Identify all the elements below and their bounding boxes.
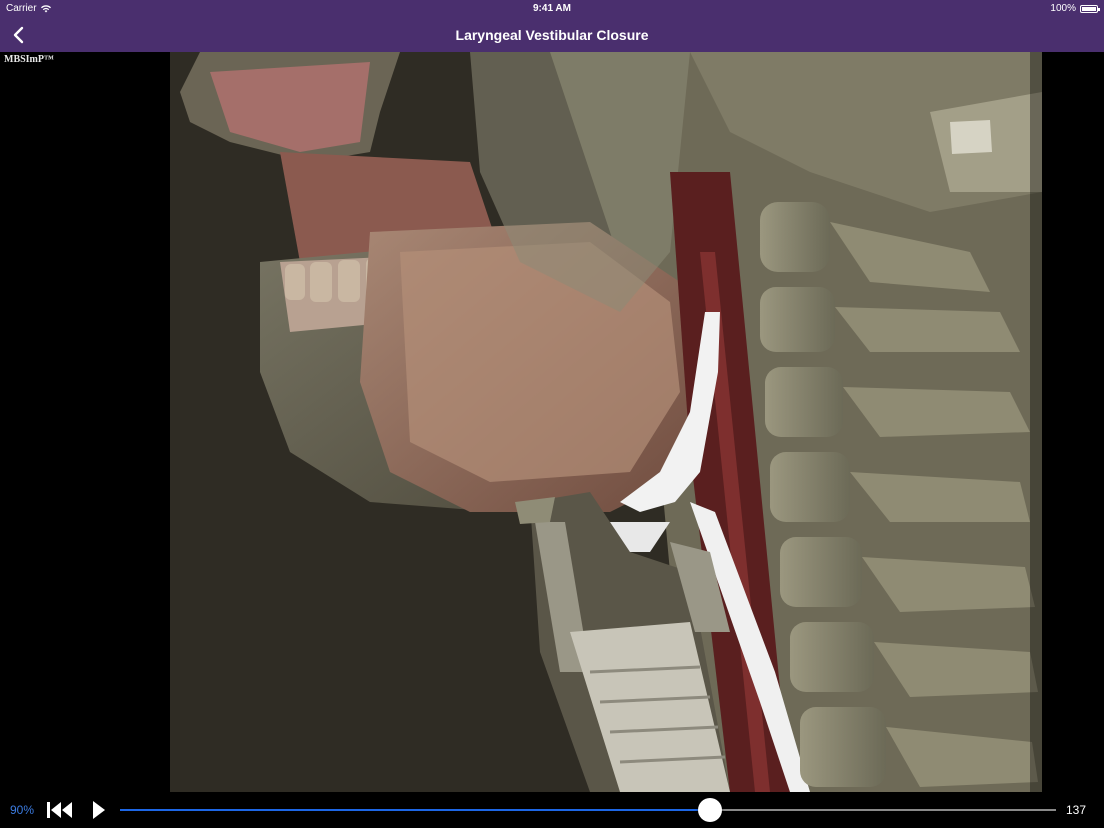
frame-count: 137 bbox=[1065, 803, 1086, 817]
battery-percent: 100% bbox=[1050, 3, 1076, 14]
progress-slider[interactable] bbox=[120, 809, 1056, 811]
anatomy-animation-frame bbox=[170, 52, 1042, 792]
playback-speed-button[interactable]: 90% bbox=[10, 803, 34, 817]
status-time: 9:41 AM bbox=[533, 3, 571, 14]
page-title: Laryngeal Vestibular Closure bbox=[455, 27, 649, 43]
navigation-bar: Laryngeal Vestibular Closure bbox=[0, 18, 1104, 52]
progress-fill bbox=[120, 809, 710, 811]
rewind-to-start-icon[interactable] bbox=[46, 800, 74, 820]
status-bar: Carrier 9:41 AM 100% bbox=[0, 0, 1104, 18]
play-icon[interactable] bbox=[92, 800, 106, 820]
watermark-logo: MBSImP™ bbox=[4, 54, 54, 65]
playback-controls: 90% 137 bbox=[0, 792, 1104, 828]
battery-icon bbox=[1080, 4, 1100, 13]
video-player[interactable]: MBSImP™ bbox=[0, 52, 1104, 792]
battery-info: 100% bbox=[1050, 3, 1100, 14]
progress-thumb[interactable] bbox=[697, 798, 722, 822]
